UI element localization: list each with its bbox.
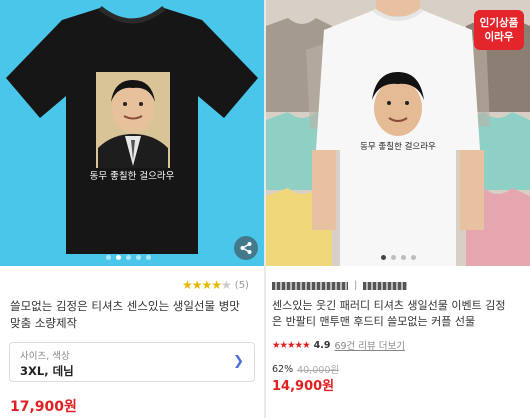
product-image-left[interactable]: 동무 좋칠한 걸으라우 <box>0 0 264 266</box>
carousel-dot[interactable] <box>411 255 416 260</box>
discount-rate: 62% <box>272 363 294 375</box>
option-value: 3XL, 데님 <box>20 364 74 378</box>
carousel-dot-active[interactable] <box>116 255 121 260</box>
redacted-text <box>272 281 348 290</box>
carousel-dot[interactable] <box>401 255 406 260</box>
product-card-right[interactable]: 동무 좋칠한 걸으라우 인기상품 이라우 | 센스있는 웃긴 패러디 티셔츠 생… <box>266 0 530 418</box>
separator: | <box>354 280 358 291</box>
title-line-2: 은 반팔티 맨투맨 후드티 쓸모없는 커플 선물 <box>272 315 476 328</box>
badge-line-1: 인기상품 <box>479 17 519 29</box>
rating-row[interactable]: ★★★★★ (5) <box>182 278 249 292</box>
price-right: 14,900원 <box>272 379 335 394</box>
black-tshirt-illustration <box>6 6 258 254</box>
redacted-text <box>363 281 408 290</box>
rating-value: 4.9 <box>313 339 331 351</box>
badge-line-2: 이라우 <box>484 31 514 43</box>
price-left: 17,900원 <box>10 399 77 415</box>
product-card-left[interactable]: 동무 좋칠한 걸으라우 ★★★★★ (5) 쓸모없는 김정은 티셔츠 센스있는 … <box>0 0 264 418</box>
discount-row: 62% 40,000원 <box>272 362 340 377</box>
shirt-print-text: 동무 좋칠한 걸으라우 <box>89 171 175 182</box>
carousel-dot[interactable] <box>146 255 151 260</box>
shirt-print-text: 동무 좋칠한 걸으라우 <box>360 142 436 152</box>
product-title-left[interactable]: 쓸모없는 김정은 티셔츠 센스있는 생일선물 병맛 맞춤 소량제작 <box>10 298 260 332</box>
review-count: (5) <box>234 279 249 291</box>
carousel-dot[interactable] <box>391 255 396 260</box>
product-title-right[interactable]: 센스있는 웃긴 패러디 티셔츠 생일선물 이벤트 김정 은 반팔티 맨투맨 후드… <box>272 298 528 330</box>
title-line-2: 맞춤 소량제작 <box>10 316 78 330</box>
carousel-dot[interactable] <box>126 255 131 260</box>
title-line-1: 쓸모없는 김정은 티셔츠 센스있는 생일선물 병맛 <box>10 299 240 313</box>
chevron-right-icon: ❯ <box>233 354 244 369</box>
option-label: 사이즈, 색상 <box>20 351 70 362</box>
carousel-dots <box>381 255 416 260</box>
review-link[interactable]: 69건 리뷰 더보기 <box>334 338 405 352</box>
option-selector[interactable]: 사이즈, 색상 3XL, 데님 ❯ <box>9 342 255 382</box>
rating-row[interactable]: ★★★★★ 4.9 69건 리뷰 더보기 <box>272 338 405 353</box>
carousel-dot-active[interactable] <box>381 255 386 260</box>
carousel-dot[interactable] <box>106 255 111 260</box>
star-rating: ★★★★★ <box>182 278 232 292</box>
star-icon: ★★★★★ <box>272 339 311 351</box>
title-line-1: 센스있는 웃긴 패러디 티셔츠 생일선물 이벤트 김정 <box>272 299 506 312</box>
share-button[interactable] <box>234 236 258 260</box>
original-price: 40,000원 <box>297 365 340 376</box>
redacted-seller-info: | <box>272 280 408 291</box>
carousel-dot[interactable] <box>136 255 141 260</box>
popular-badge: 인기상품 이라우 <box>474 10 524 50</box>
share-icon <box>240 242 252 254</box>
carousel-dots <box>106 255 151 260</box>
product-image-right[interactable]: 동무 좋칠한 걸으라우 인기상품 이라우 <box>266 0 530 266</box>
